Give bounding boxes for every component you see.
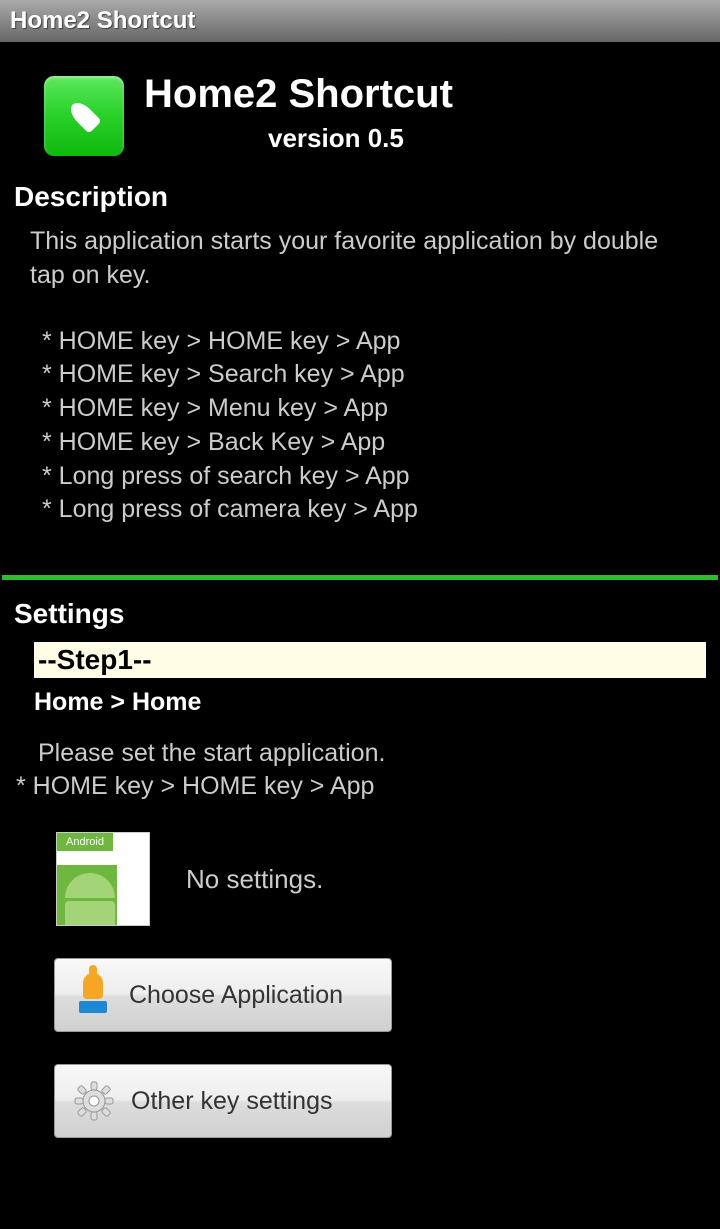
description-bullet: * HOME key > HOME key > App (30, 325, 690, 359)
android-tab-label: Android (57, 833, 113, 851)
other-key-settings-button[interactable]: Other key settings (54, 1064, 392, 1138)
rocket-icon (56, 88, 113, 145)
settings-status-text: No settings. (186, 864, 323, 895)
choose-application-button[interactable]: Choose Application (54, 958, 392, 1032)
description-bullet: * Long press of search key > App (30, 460, 690, 494)
description-bullet: * Long press of camera key > App (30, 493, 690, 527)
title-bar-text: Home2 Shortcut (10, 7, 195, 35)
description-intro: This application starts your favorite ap… (30, 225, 690, 293)
app-version: version 0.5 (144, 123, 720, 154)
description-bullet: * HOME key > Menu key > App (30, 392, 690, 426)
section-divider (2, 575, 718, 580)
step-banner: --Step1-- (34, 642, 706, 678)
description-heading: Description (0, 181, 720, 213)
header-section: Home2 Shortcut version 0.5 (0, 42, 720, 181)
description-bullet: * HOME key > Back Key > App (30, 426, 690, 460)
app-title: Home2 Shortcut (144, 72, 720, 117)
pointer-hand-icon (73, 973, 113, 1017)
android-app-icon: Android (56, 832, 150, 926)
step-instruction-bullet: * HOME key > HOME key > App (0, 770, 720, 803)
choose-application-label: Choose Application (129, 981, 343, 1010)
current-setting-row: Android No settings. (0, 832, 720, 926)
description-body: This application starts your favorite ap… (0, 225, 720, 527)
app-launcher-icon (44, 76, 124, 156)
gear-icon (73, 1080, 115, 1122)
title-bar: Home2 Shortcut (0, 0, 720, 42)
step-path: Home > Home (0, 688, 720, 717)
description-bullet: * HOME key > Search key > App (30, 358, 690, 392)
other-key-settings-label: Other key settings (131, 1087, 332, 1116)
step-instruction: Please set the start application. (0, 737, 720, 770)
settings-heading: Settings (0, 598, 720, 630)
